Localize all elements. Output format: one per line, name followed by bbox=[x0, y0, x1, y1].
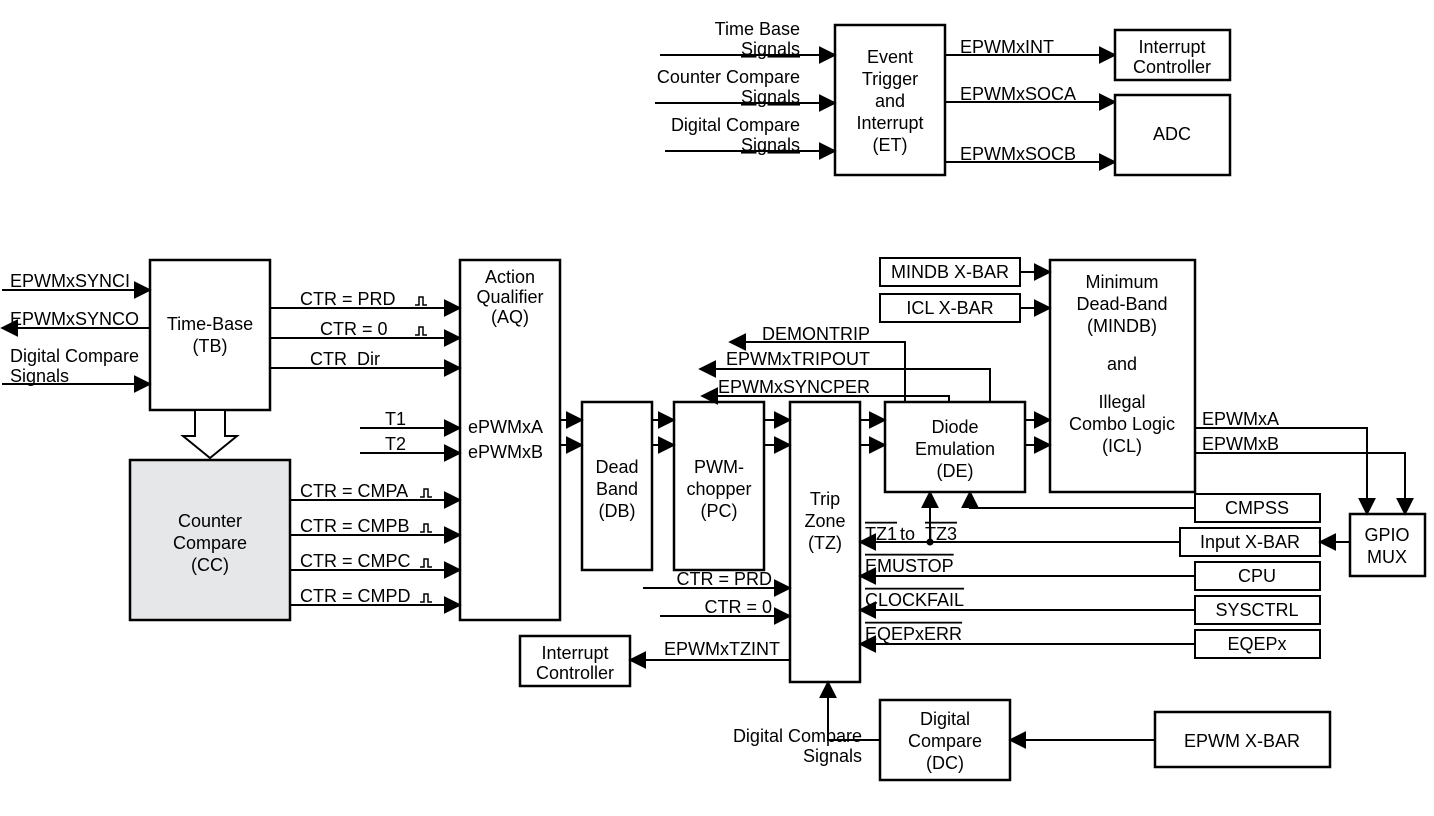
pulse-icon bbox=[420, 559, 432, 567]
et-l4: Interrupt bbox=[856, 113, 923, 133]
dc-l3: (DC) bbox=[926, 753, 964, 773]
lbl-epwmxsoca: EPWMxSOCA bbox=[960, 84, 1076, 104]
min-l2: Dead-Band bbox=[1076, 294, 1167, 314]
lbl-cpu: CPU bbox=[1238, 566, 1276, 586]
cc-l3: (CC) bbox=[191, 555, 229, 575]
min-l4: Illegal bbox=[1098, 392, 1145, 412]
lbl-tz1: TZ1 bbox=[865, 524, 897, 544]
lbl-tripout: EPWMxTRIPOUT bbox=[726, 349, 870, 369]
tz-l2: Zone bbox=[804, 511, 845, 531]
lbl-demontrip: DEMONTRIP bbox=[762, 324, 870, 344]
lbl-cmpa: CTR = CMPA bbox=[300, 481, 408, 501]
tb-l1: Time-Base bbox=[167, 314, 253, 334]
lbl-dcs-l2: Signals bbox=[10, 366, 69, 386]
lbl-emustop: EMUSTOP bbox=[865, 556, 954, 576]
lbl-iclx: ICL X-BAR bbox=[906, 298, 993, 318]
de-l2: Emulation bbox=[915, 439, 995, 459]
aq-l1: Action bbox=[485, 267, 535, 287]
intctl2-l1: Interrupt bbox=[541, 643, 608, 663]
lbl-ctrdir: CTR_Dir bbox=[310, 349, 380, 370]
dcsig-l2: Signals bbox=[803, 746, 862, 766]
pulse-icon bbox=[415, 297, 427, 305]
lbl-cmpb: CTR = CMPB bbox=[300, 516, 410, 536]
pulse-icon bbox=[420, 594, 432, 602]
pulse-icon bbox=[420, 489, 432, 497]
lbl-synci: EPWMxSYNCI bbox=[10, 271, 130, 291]
lbl-clockfail: CLOCKFAIL bbox=[865, 590, 964, 610]
cc-l2: Compare bbox=[173, 533, 247, 553]
pc-l2: chopper bbox=[686, 479, 751, 499]
et-in3-l1: Digital Compare bbox=[671, 115, 800, 135]
lbl-t2: T2 bbox=[385, 434, 406, 454]
et-l2: Trigger bbox=[862, 69, 918, 89]
lbl-cmpss: CMPSS bbox=[1225, 498, 1289, 518]
min-and: and bbox=[1107, 354, 1137, 374]
diagram: Event Trigger and Interrupt (ET) Time Ba… bbox=[0, 0, 1434, 816]
et-l5: (ET) bbox=[873, 135, 908, 155]
lbl-ctr0: CTR = 0 bbox=[320, 319, 388, 339]
pulse-icon bbox=[420, 524, 432, 532]
et-in2-l1: Counter Compare bbox=[657, 67, 800, 87]
lbl-eqepx: EQEPx bbox=[1227, 634, 1286, 654]
lbl-epwmxb-int: ePWMxB bbox=[468, 442, 543, 462]
db-l2: Band bbox=[596, 479, 638, 499]
lbl-out-epwmxb: EPWMxB bbox=[1202, 434, 1279, 454]
tb-l2: (TB) bbox=[193, 336, 228, 356]
lbl-out-epwmxa: EPWMxA bbox=[1202, 409, 1279, 429]
pc-l1: PWM- bbox=[694, 457, 744, 477]
min-l1: Minimum bbox=[1085, 272, 1158, 292]
intctl-l1: Interrupt bbox=[1138, 37, 1205, 57]
lbl-tzint: EPWMxTZINT bbox=[664, 639, 780, 659]
tz-ctrprd: CTR = PRD bbox=[676, 569, 772, 589]
lbl-eqeperr: EQEPxERR bbox=[865, 624, 962, 644]
dcsig-l1: Digital Compare bbox=[733, 726, 862, 746]
min-l6: (ICL) bbox=[1102, 436, 1142, 456]
et-l3: and bbox=[875, 91, 905, 111]
dc-l1: Digital bbox=[920, 709, 970, 729]
lbl-cmpc: CTR = CMPC bbox=[300, 551, 411, 571]
tb-to-cc-arrow bbox=[183, 410, 237, 458]
cc-l1: Counter bbox=[178, 511, 242, 531]
aq-l3: (AQ) bbox=[491, 307, 529, 327]
min-l5: Combo Logic bbox=[1069, 414, 1175, 434]
dc-l2: Compare bbox=[908, 731, 982, 751]
lbl-mindbx: MINDB X-BAR bbox=[891, 262, 1009, 282]
lbl-inxbar: Input X-BAR bbox=[1200, 532, 1300, 552]
lbl-synco: EPWMxSYNCO bbox=[10, 309, 139, 329]
pulse-icon bbox=[415, 327, 427, 335]
lbl-t1: T1 bbox=[385, 409, 406, 429]
pc-l3: (PC) bbox=[701, 501, 738, 521]
tz-l3: (TZ) bbox=[808, 533, 842, 553]
aq-l2: Qualifier bbox=[476, 287, 543, 307]
lbl-syncper: EPWMxSYNCPER bbox=[718, 377, 870, 397]
adc-label: ADC bbox=[1153, 124, 1191, 144]
lbl-epwmxsocb: EPWMxSOCB bbox=[960, 144, 1076, 164]
lbl-cmpd: CTR = CMPD bbox=[300, 586, 411, 606]
db-l3: (DB) bbox=[599, 501, 636, 521]
de-l1: Diode bbox=[931, 417, 978, 437]
min-l3: (MINDB) bbox=[1087, 316, 1157, 336]
lbl-ctrprd: CTR = PRD bbox=[300, 289, 396, 309]
lbl-epwmxbar: EPWM X-BAR bbox=[1184, 731, 1300, 751]
db-l1: Dead bbox=[595, 457, 638, 477]
gpio-l2: MUX bbox=[1367, 547, 1407, 567]
lbl-epwmxa-int: ePWMxA bbox=[468, 417, 543, 437]
lbl-to: to bbox=[900, 524, 915, 544]
lbl-dcs-l1: Digital Compare bbox=[10, 346, 139, 366]
tz-ctr0: CTR = 0 bbox=[704, 597, 772, 617]
intctl-l2: Controller bbox=[1133, 57, 1211, 77]
et-in1-l1: Time Base bbox=[715, 19, 800, 39]
intctl2-l2: Controller bbox=[536, 663, 614, 683]
lbl-epwmxint: EPWMxINT bbox=[960, 37, 1054, 57]
tz-l1: Trip bbox=[810, 489, 840, 509]
lbl-sysctrl: SYSCTRL bbox=[1215, 600, 1298, 620]
de-l3: (DE) bbox=[937, 461, 974, 481]
gpio-l1: GPIO bbox=[1364, 525, 1409, 545]
arrow bbox=[970, 492, 1195, 508]
et-l1: Event bbox=[867, 47, 913, 67]
